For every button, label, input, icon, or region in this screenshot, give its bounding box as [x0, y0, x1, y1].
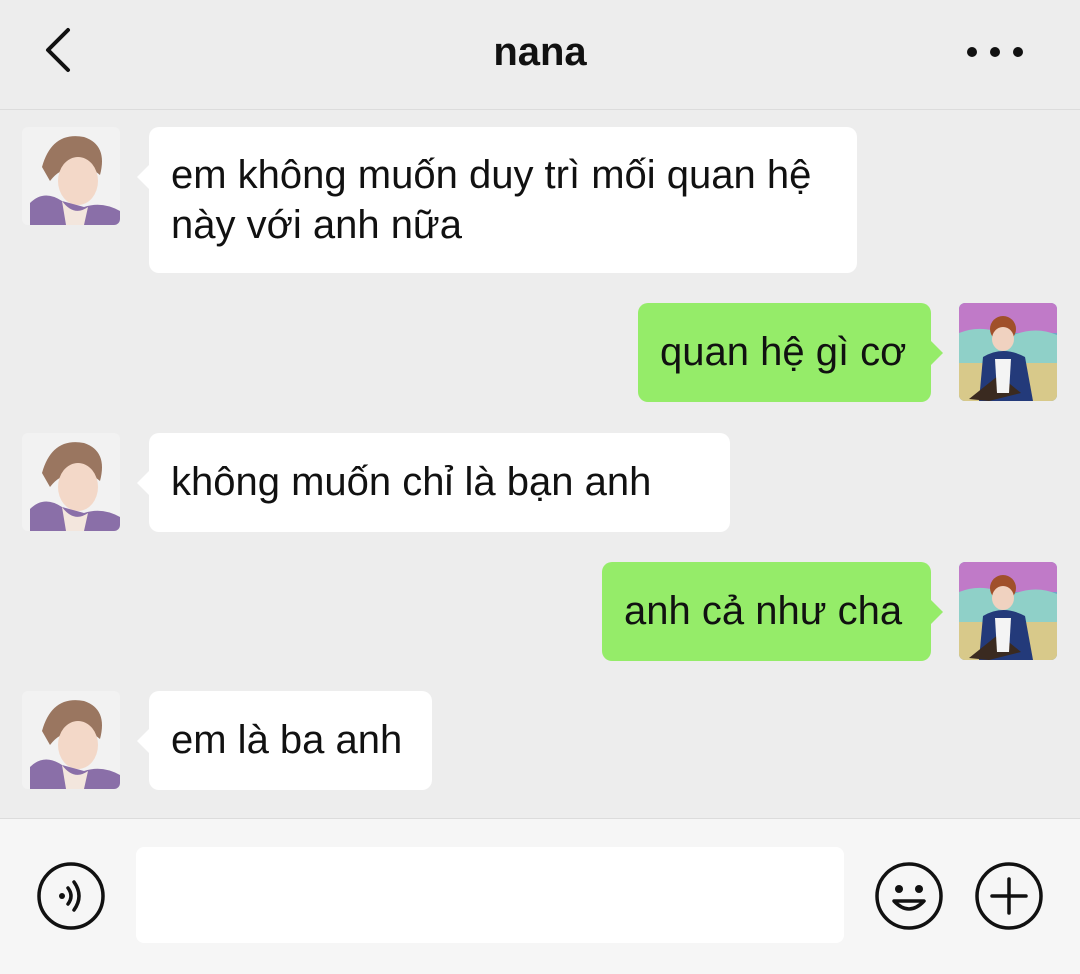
message-bubble-incoming[interactable]: không muốn chỉ là bạn anh [137, 433, 730, 532]
user-avatar-image [959, 303, 1057, 401]
chat-header: nana [0, 0, 1080, 110]
plus-button[interactable] [974, 861, 1044, 931]
voice-icon [37, 862, 105, 930]
contact-avatar[interactable] [22, 433, 120, 531]
more-horizontal-icon [967, 47, 1023, 57]
contact-avatar[interactable] [22, 691, 120, 789]
message-input[interactable] [136, 847, 844, 943]
user-avatar[interactable] [959, 562, 1057, 660]
contact-avatar-image [22, 691, 120, 789]
message-bubble-incoming[interactable]: em là ba anh [137, 691, 432, 790]
input-bar [0, 818, 1080, 974]
emoji-button[interactable] [874, 861, 944, 931]
contact-avatar-image [22, 127, 120, 225]
message-line: không muốn chỉ là bạn anh [171, 460, 652, 504]
message-line: anh cả như cha [624, 589, 903, 633]
message-bubble-outgoing[interactable]: quan hệ gì cơ [638, 303, 943, 402]
contact-avatar[interactable] [22, 127, 120, 225]
message-line: quan hệ gì cơ [660, 330, 907, 374]
message-bubble-incoming[interactable]: em không muốn duy trì mối quan hệ này vớ… [137, 127, 857, 273]
message-line: em là ba anh [171, 718, 403, 762]
message-bubble-outgoing[interactable]: anh cả như cha [602, 562, 943, 661]
plus-icon [975, 862, 1043, 930]
emoji-icon [875, 862, 943, 930]
user-avatar-image [959, 562, 1057, 660]
more-button[interactable] [950, 30, 1040, 74]
message-line: em không muốn duy trì mối quan hệ [171, 153, 812, 197]
voice-button[interactable] [36, 861, 106, 931]
contact-avatar-image [22, 433, 120, 531]
chat-screen: nana em không muốn duy trì mối quan hệ n… [0, 0, 1080, 974]
user-avatar[interactable] [959, 303, 1057, 401]
chat-title: nana [493, 30, 587, 74]
message-line: này với anh nữa [171, 203, 462, 247]
